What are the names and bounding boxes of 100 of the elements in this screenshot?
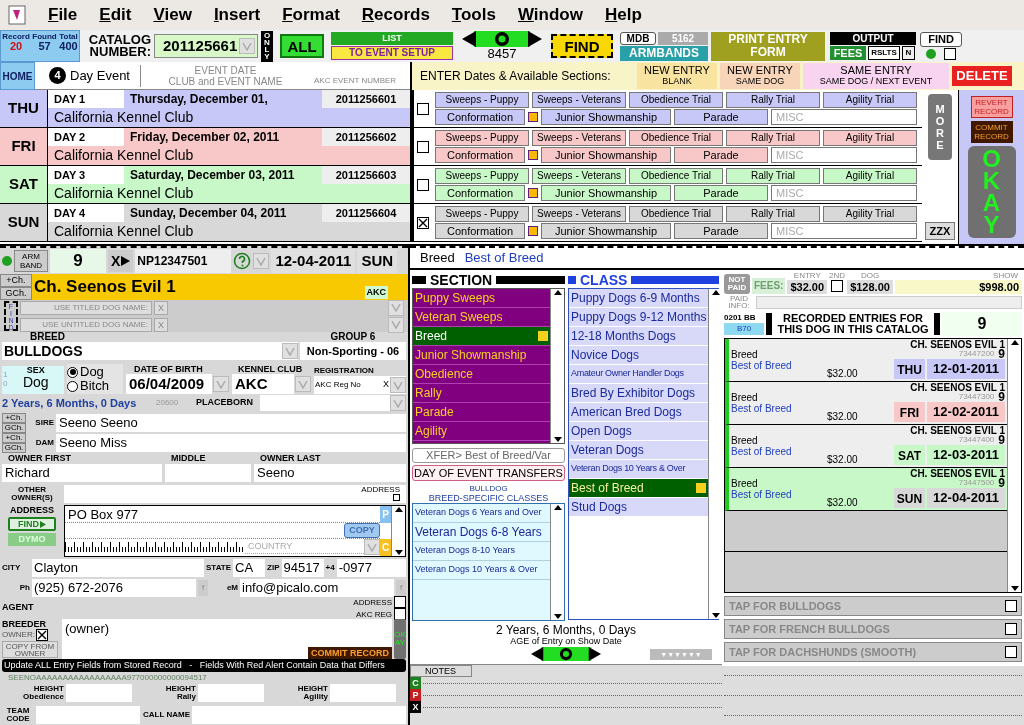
class-list-item[interactable]: Open Dogs xyxy=(569,422,709,441)
birth-date-field[interactable]: 06/04/2009 xyxy=(126,374,212,394)
menu-item[interactable]: Tools xyxy=(451,2,496,28)
section-button[interactable]: Sweeps - Veterans xyxy=(532,206,626,222)
scrollbar[interactable] xyxy=(708,289,723,619)
class-list-item[interactable]: Best of Breed xyxy=(569,479,709,498)
x-button[interactable]: X xyxy=(108,250,134,272)
menu-item[interactable]: View xyxy=(153,2,192,28)
transfer-button[interactable]: XFER> Best of Breed/Var xyxy=(412,448,565,463)
checkbox[interactable] xyxy=(1005,646,1017,658)
zip-field[interactable]: 94517 xyxy=(281,558,324,577)
event-setup-button[interactable]: TO EVENT SETUP xyxy=(331,46,453,60)
section-button[interactable]: Junior Showmanship xyxy=(541,223,671,239)
scroll-up-icon[interactable] xyxy=(711,289,720,295)
menu-item[interactable]: Window xyxy=(517,2,583,28)
section-button[interactable]: Rally Trial xyxy=(726,206,820,222)
fees-button[interactable]: FEES xyxy=(830,46,866,60)
section-button[interactable]: Conformation xyxy=(435,223,525,239)
class-list-item[interactable]: Veteran Dogs 10 Years & Over xyxy=(569,460,709,479)
find-small-button[interactable]: FIND xyxy=(920,32,962,47)
section-button[interactable]: Parade xyxy=(674,109,768,125)
checkbox[interactable] xyxy=(394,608,406,620)
more-button[interactable]: MORE xyxy=(928,94,952,160)
owner-name-field[interactable]: Richard xyxy=(2,464,162,482)
delete-button[interactable]: DELETE xyxy=(952,66,1012,86)
section-button[interactable]: Sweeps - Veterans xyxy=(532,92,626,108)
parent-field[interactable]: Seeno Miss xyxy=(56,433,406,452)
help-icon[interactable] xyxy=(233,252,252,270)
checkbox[interactable] xyxy=(944,48,956,60)
checkbox[interactable] xyxy=(1005,623,1017,635)
height-field[interactable] xyxy=(66,684,132,702)
checkbox[interactable] xyxy=(417,216,429,229)
title-button[interactable]: GCh. xyxy=(2,442,26,453)
section-button[interactable]: Sweeps - Puppy xyxy=(435,92,529,108)
checkbox[interactable] xyxy=(1005,600,1017,612)
radio-option[interactable]: Dog xyxy=(67,365,123,379)
recorded-entry[interactable]: Breed Best of Breed $32.00 CH. SEENOS EVIL 1 73447300 9 FRI 12-02-2011 xyxy=(725,382,1007,425)
owner-name-field[interactable]: Seeno xyxy=(254,464,406,482)
section-button[interactable]: Conformation xyxy=(435,185,525,201)
menu-item[interactable]: File xyxy=(48,2,78,28)
owner-name-field[interactable] xyxy=(165,464,251,482)
section-list-item[interactable]: Breed xyxy=(413,327,550,346)
n-button[interactable]: N xyxy=(902,46,915,60)
section-button[interactable]: Sweeps - Puppy xyxy=(435,130,529,146)
checkbox[interactable] xyxy=(831,280,844,292)
class-list-item[interactable]: Amateur Owner Handler Dogs xyxy=(569,365,709,384)
checkbox[interactable] xyxy=(394,596,406,608)
class-list-item[interactable]: American Bred Dogs xyxy=(569,403,709,422)
address-find-button[interactable]: FIND xyxy=(8,517,56,531)
section-button[interactable]: Junior Showmanship xyxy=(541,147,671,163)
menu-item[interactable]: Edit xyxy=(99,2,132,28)
registration-number-field[interactable]: NP12347501 xyxy=(135,249,232,273)
only-toggle[interactable]: ONLY xyxy=(261,30,273,62)
title-button[interactable]: GCh. xyxy=(2,422,26,433)
phone-field[interactable]: (925) 672-2076 xyxy=(32,578,196,597)
section-button[interactable]: Agility Trial xyxy=(823,168,917,184)
section-button[interactable]: Junior Showmanship xyxy=(541,185,671,201)
section-button[interactable]: Obedience Trial xyxy=(629,168,723,184)
height-field[interactable] xyxy=(198,684,264,702)
commit-record-button[interactable]: COMMIT RECORD xyxy=(970,121,1013,143)
paid-info-field[interactable] xyxy=(756,295,1022,309)
scroll-up-icon[interactable] xyxy=(553,289,562,295)
section-button[interactable]: Sweeps - Puppy xyxy=(435,206,529,222)
new-entry-button[interactable]: SAME ENTRY SAME DOG / NEXT EVENT xyxy=(803,63,949,89)
section-button[interactable]: Conformation xyxy=(435,109,525,125)
scroll-down-icon[interactable] xyxy=(553,614,562,620)
radio-option[interactable]: Bitch xyxy=(67,379,123,393)
section-button[interactable]: Rally Trial xyxy=(726,92,820,108)
section-button[interactable]: Rally Trial xyxy=(726,130,820,146)
section-button[interactable]: Junior Showmanship xyxy=(541,109,671,125)
section-button[interactable]: Rally Trial xyxy=(726,168,820,184)
call-name-field[interactable] xyxy=(192,706,406,724)
class-list-item[interactable]: Puppy Dogs 6-9 Months xyxy=(569,289,709,308)
zip-extension-field[interactable]: -0977 xyxy=(336,558,406,577)
checkbox[interactable] xyxy=(417,140,429,153)
scroll-up-icon[interactable] xyxy=(394,506,403,512)
armband-button[interactable]: ARM BAND xyxy=(14,250,48,272)
title-button[interactable]: +Ch. xyxy=(2,412,26,423)
class-list-item[interactable]: Stud Dogs xyxy=(569,498,709,517)
copy-from-owner-button[interactable]: COPY FROM OWNER xyxy=(2,641,58,658)
note-button[interactable]: X xyxy=(410,701,421,713)
section-button[interactable]: Parade xyxy=(674,147,768,163)
email-field[interactable]: info@picalo.com xyxy=(240,578,394,597)
results-button[interactable]: RSLTS xyxy=(868,46,900,60)
scrollbar[interactable] xyxy=(1007,339,1021,592)
scrollbar[interactable] xyxy=(550,504,564,620)
find-button[interactable]: FIND xyxy=(551,34,613,58)
commit-record-button[interactable]: COMMIT RECORD xyxy=(308,647,392,659)
section-button[interactable]: Sweeps - Veterans xyxy=(532,130,626,146)
parent-field[interactable]: Seeno Seeno xyxy=(56,413,406,432)
home-button[interactable]: HOME xyxy=(0,62,35,90)
clear-button[interactable]: X xyxy=(383,378,389,392)
section-button[interactable]: Obedience Trial xyxy=(629,92,723,108)
menu-item[interactable]: Help xyxy=(604,2,642,28)
mdb-button[interactable]: MDB xyxy=(620,31,656,45)
zzx-button[interactable]: ZZX xyxy=(925,222,955,240)
update-bar[interactable]: Update ALL Entry Fields from Stored Record - Fields With Red Alert Contain Data that Differs xyxy=(2,659,406,672)
all-button[interactable]: ALL xyxy=(280,34,324,58)
kennel-club-field[interactable]: AKC xyxy=(232,374,294,394)
section-button[interactable]: Sweeps - Veterans xyxy=(532,168,626,184)
